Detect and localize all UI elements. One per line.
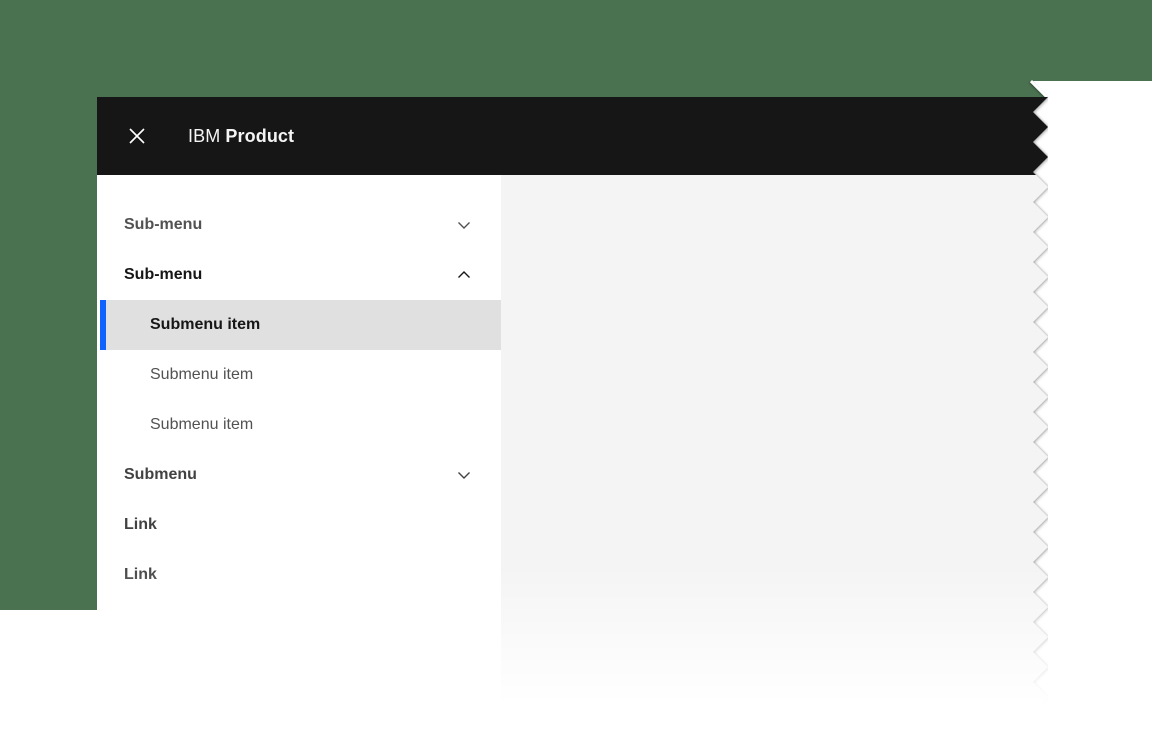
sidebar-item-submenu-1[interactable]: Sub-menu	[97, 200, 501, 250]
sidebar-item-submenu-2[interactable]: Sub-menu	[97, 250, 501, 300]
app-header: IBM Product	[97, 97, 1048, 175]
sidebar-item-submenu-item-current[interactable]: Submenu item	[100, 300, 501, 350]
close-icon	[128, 127, 146, 145]
chevron-up-icon	[456, 267, 472, 283]
sidebar-item-label: Sub-menu	[124, 266, 202, 284]
sidebar-item-submenu-item-3[interactable]: Submenu item	[97, 400, 501, 450]
chevron-down-icon	[456, 217, 472, 233]
panel-shadow-wrap: IBM Product Sub-menu Sub-menu	[97, 97, 1048, 739]
sidebar-item-label: Submenu item	[150, 416, 253, 434]
app-panel: IBM Product Sub-menu Sub-menu	[97, 97, 1048, 739]
sidebar-item-label: Submenu item	[150, 366, 253, 384]
sidebar-item-label: Sub-menu	[124, 216, 202, 234]
sidebar-item-submenu-3[interactable]: Submenu	[97, 450, 501, 500]
chevron-down-icon	[456, 467, 472, 483]
sidebar-item-label: Submenu	[124, 466, 197, 484]
close-button[interactable]	[113, 112, 161, 160]
app-title-prefix: IBM	[188, 126, 220, 146]
app-title-product: Product	[225, 126, 294, 146]
panel-body: Sub-menu Sub-menu	[97, 175, 1048, 739]
app-title: IBM Product	[188, 126, 294, 147]
sidebar-item-submenu-item-2[interactable]: Submenu item	[97, 350, 501, 400]
side-nav: Sub-menu Sub-menu	[97, 175, 501, 739]
stage: IBM Product Sub-menu Sub-menu	[0, 0, 1152, 739]
sidebar-item-label: Submenu item	[150, 316, 260, 334]
sidebar-item-label: Link	[124, 516, 157, 534]
sidebar-item-link-2[interactable]: Link	[97, 550, 501, 600]
sidebar-item-link-1[interactable]: Link	[97, 500, 501, 550]
sidebar-item-label: Link	[124, 566, 157, 584]
content-area	[501, 175, 1048, 739]
